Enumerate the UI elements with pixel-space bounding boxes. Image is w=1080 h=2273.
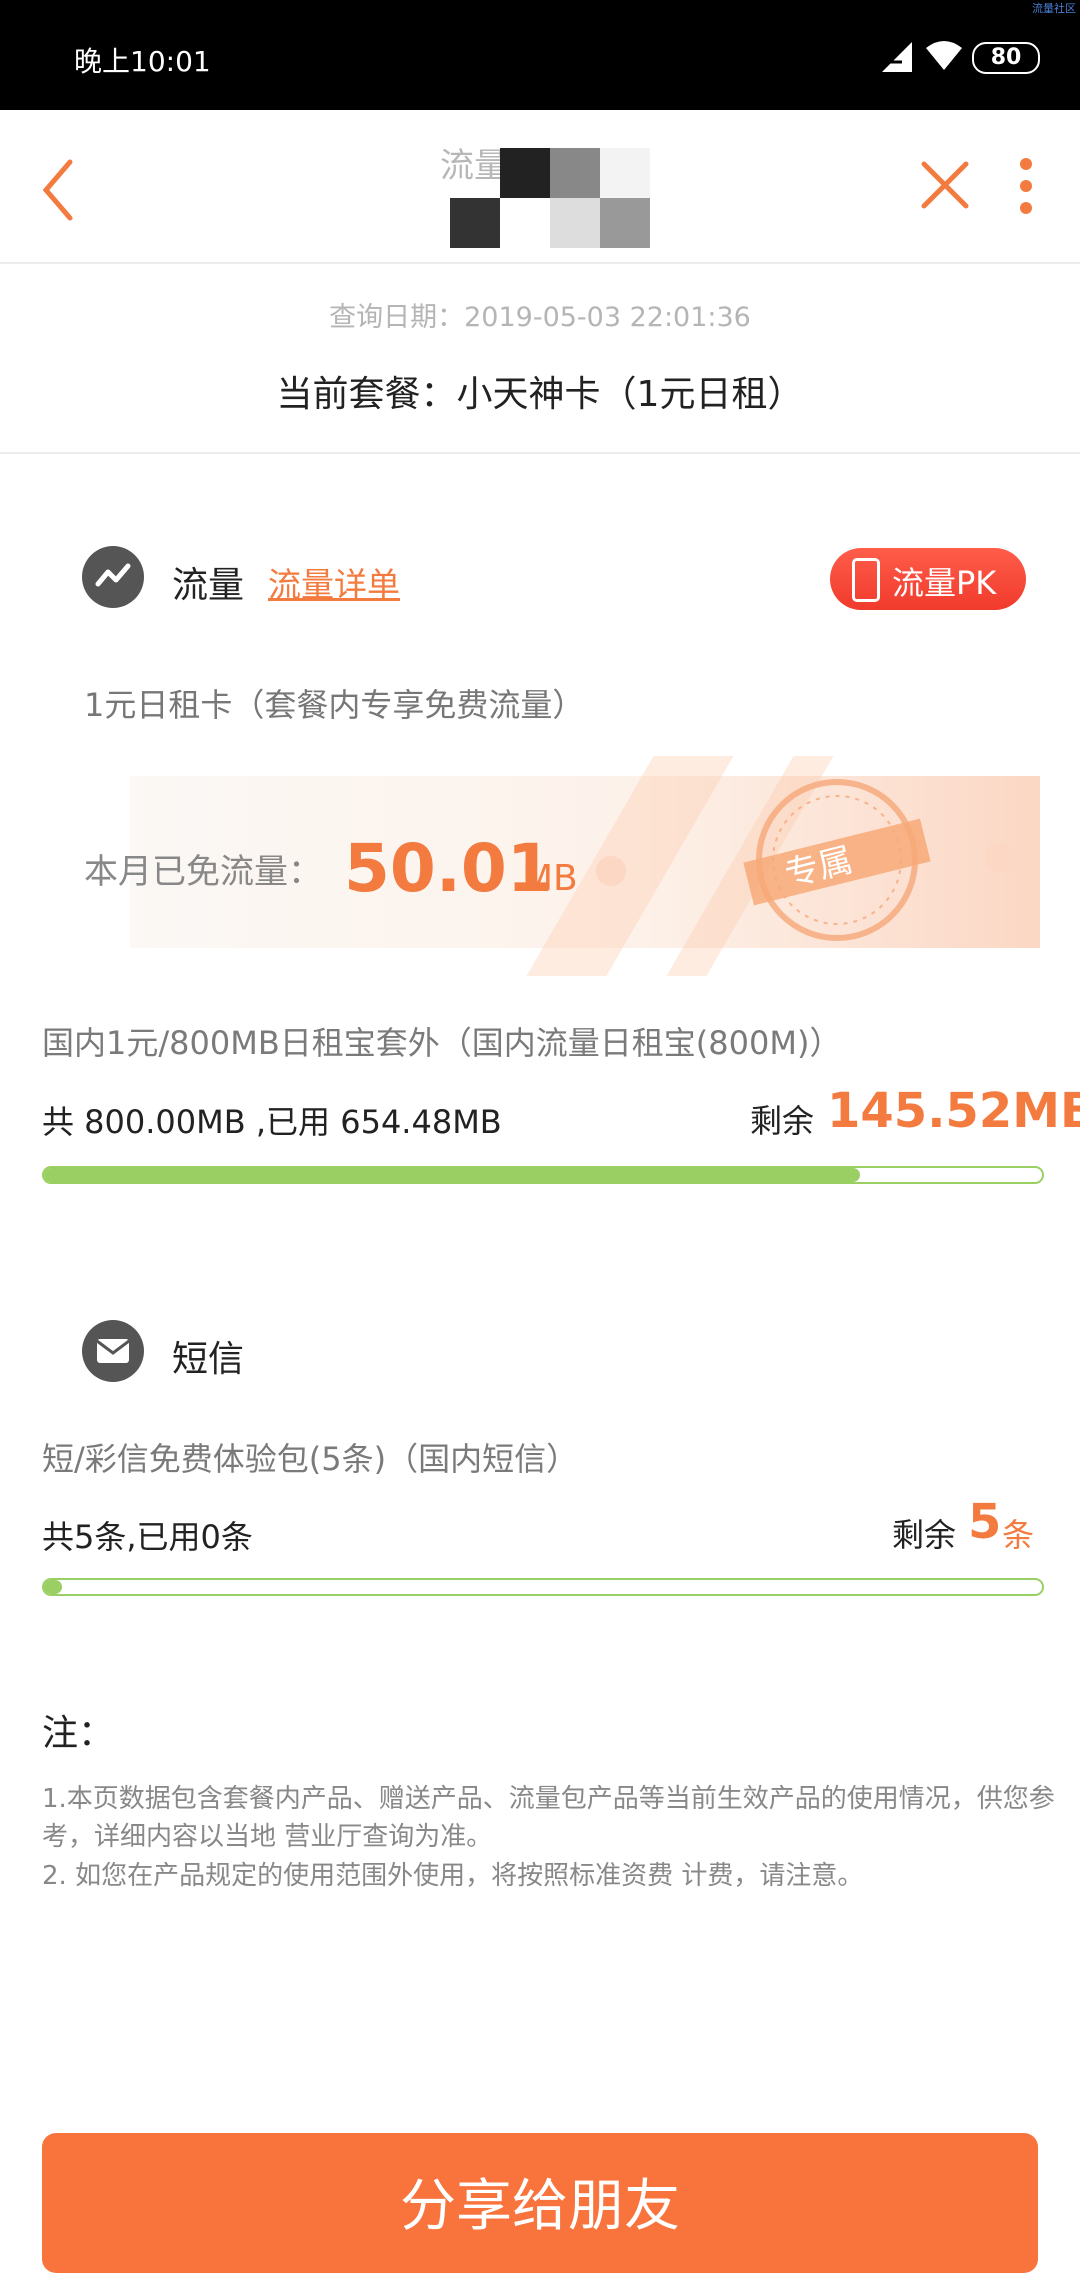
battery-icon: 80 (972, 42, 1040, 74)
stamp-text: 专属 (781, 840, 857, 895)
signal-icon (882, 42, 912, 72)
banner-dot (986, 842, 1016, 872)
chevron-left-icon (42, 159, 73, 221)
close-button[interactable] (910, 150, 980, 220)
progress-fill (44, 1168, 860, 1182)
data-section-title: 流量 (172, 565, 245, 606)
data-usage-progress-bar (42, 1166, 1044, 1184)
package-usage: 共 800.00MB ,已用 654.48MB (42, 1103, 502, 1141)
close-icon (921, 161, 969, 209)
free-data-label: 本月已免流量： (84, 852, 322, 892)
note-item: 1.本页数据包含套餐内产品、赠送产品、流量包产品等当前生效产品的使用情况，供您参… (42, 1784, 1055, 1852)
back-button[interactable] (30, 150, 100, 230)
data-pk-button[interactable]: 流量PK (830, 548, 1026, 610)
title-mosaic (450, 148, 650, 248)
share-button-label: 分享给朋友 (400, 2174, 680, 2239)
mail-icon (82, 1320, 144, 1382)
share-button[interactable]: 分享给朋友 (42, 2133, 1038, 2273)
banner-dot (596, 856, 626, 886)
sms-section-title: 短信 (172, 1339, 245, 1380)
data-detail-link[interactable]: 流量详单 (268, 558, 400, 606)
current-plan: 当前套餐：小天神卡（1元日租） (276, 374, 804, 415)
package-name: 国内1元/800MB日租宝套外（国内流量日租宝(800M)） (42, 1024, 842, 1062)
status-time: 晚上10:01 (74, 45, 211, 78)
status-bar: 晚上10:01 流量社区 80 (0, 0, 1080, 110)
data-pk-label: 流量PK (892, 564, 997, 602)
phone-icon (852, 558, 880, 602)
sms-usage-progress-bar (42, 1578, 1044, 1596)
sms-usage: 共5条,已用0条 (42, 1518, 253, 1556)
battery-level: 80 (990, 45, 1022, 70)
free-package-name: 1元日租卡（套餐内专享免费流量） (84, 686, 585, 724)
progress-fill (44, 1580, 62, 1594)
query-date: 查询日期：2019-05-03 22:01:36 (329, 302, 751, 333)
sms-remain-unit: 条 (1002, 1516, 1035, 1554)
watermark-text: 流量社区 (1032, 2, 1076, 15)
sms-remain-value: 5 (968, 1494, 1002, 1550)
note-item: 2. 如您在产品规定的使用范围外使用，将按照标准资费 计费，请注意。 (42, 1861, 864, 1891)
free-data-unit: MB (522, 858, 578, 899)
data-trend-icon (82, 546, 144, 608)
notes-title: 注： (42, 1713, 115, 1754)
sms-package-name: 短/彩信免费体验包(5条)（国内短信） (42, 1440, 579, 1478)
exclusive-stamp-icon: 专属 (743, 779, 931, 941)
remain-label: 剩余 (750, 1102, 815, 1140)
sms-remain-label: 剩余 (892, 1516, 957, 1554)
remain-value: 145.52MB (827, 1083, 1080, 1139)
more-button[interactable] (1006, 150, 1046, 230)
wifi-icon (926, 41, 962, 70)
more-vert-icon (1020, 158, 1032, 214)
divider (0, 452, 1080, 454)
